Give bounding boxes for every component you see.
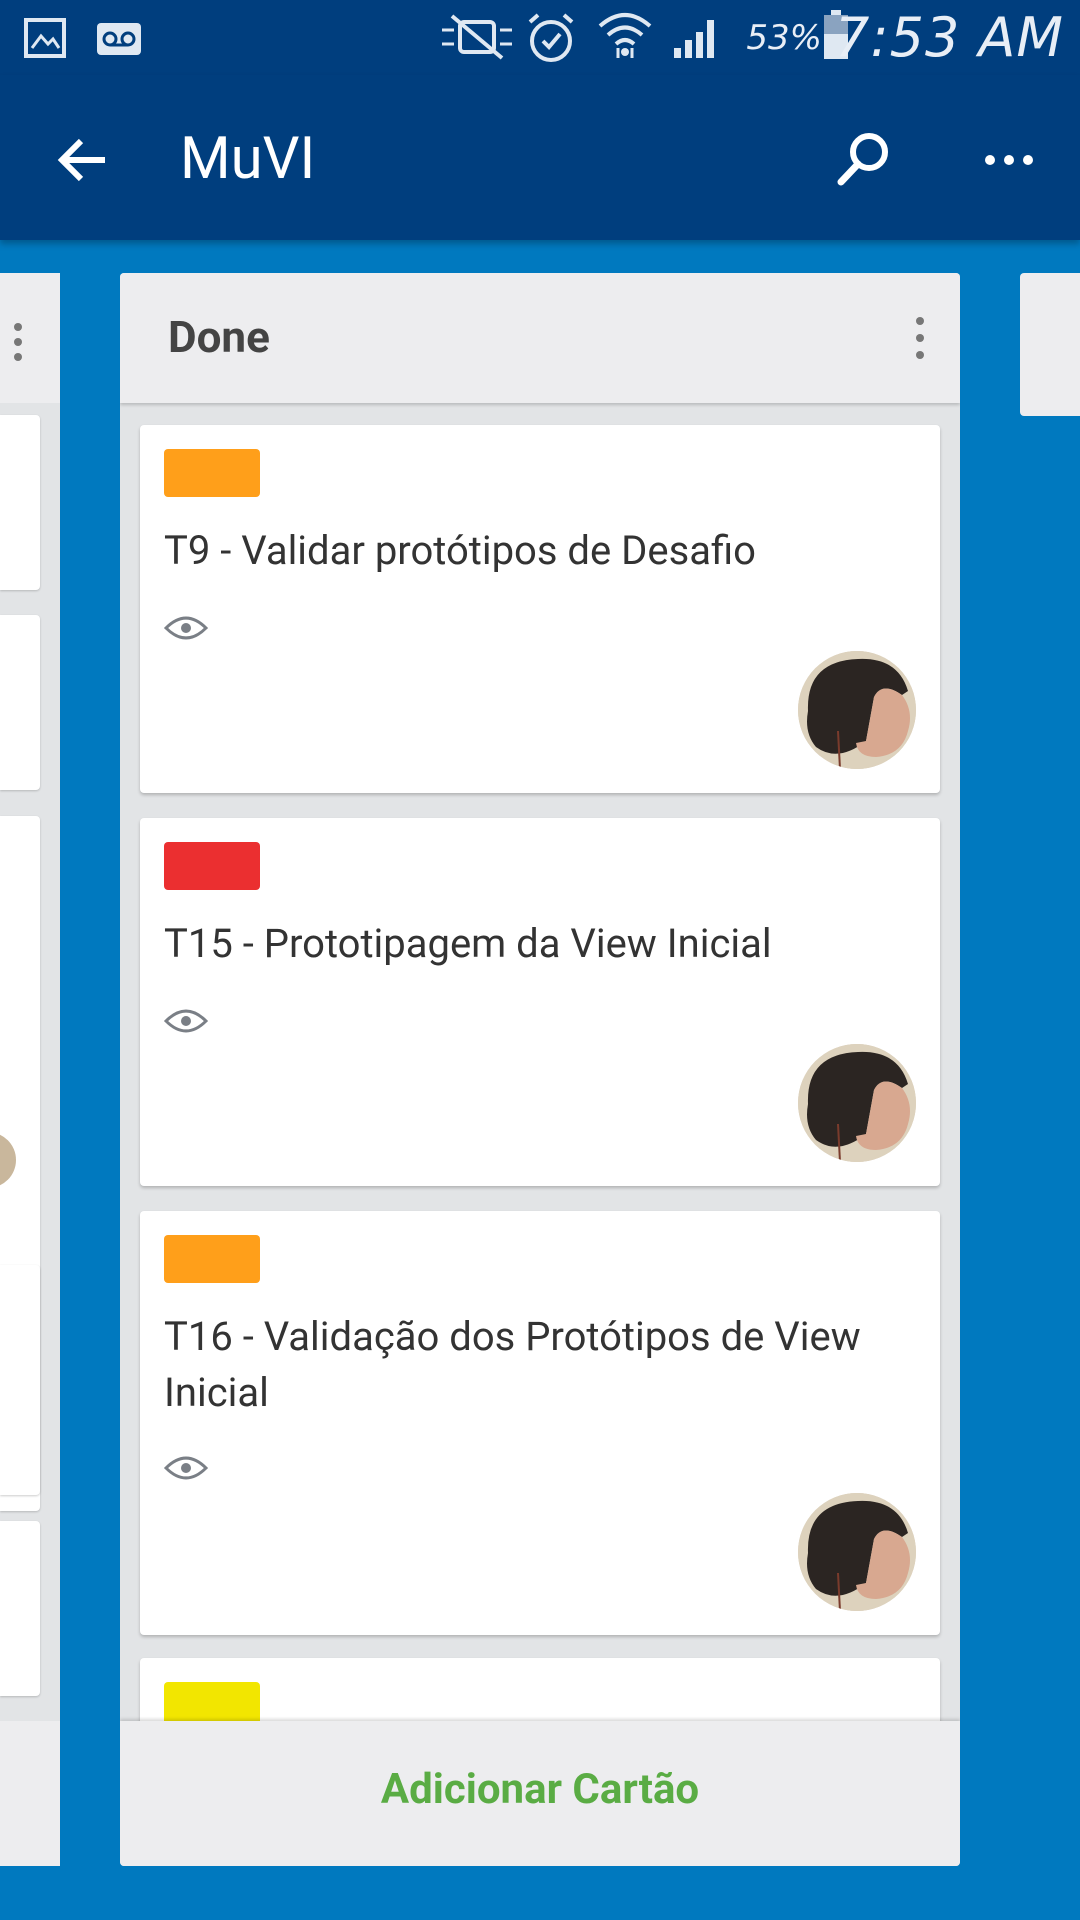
app-bar: MuVI [0, 75, 1080, 240]
adjacent-list-footer [0, 1721, 60, 1866]
person-avatar-icon [798, 651, 916, 769]
mute-icon [442, 14, 512, 60]
clock: 7:53 AM [835, 6, 1064, 69]
status-bar: 53% 7:53 AM [0, 0, 1080, 75]
avatar[interactable] [798, 651, 916, 769]
adjacent-card[interactable] [0, 615, 40, 790]
voicemail-icon [97, 23, 141, 55]
card-title: T16 - Validação dos Protótipos de View I… [164, 1313, 861, 1416]
search-button[interactable] [818, 115, 908, 205]
eye-icon [164, 616, 208, 640]
card[interactable]: T15 - Prototipagem da View Inicial [140, 818, 940, 1186]
back-arrow-icon [57, 138, 105, 182]
adjacent-list-left[interactable] [0, 273, 60, 1866]
adjacent-card[interactable] [0, 1265, 40, 1495]
wifi-icon [598, 13, 652, 58]
search-icon [837, 133, 888, 186]
gallery-icon [24, 18, 66, 58]
eye-icon [164, 1456, 208, 1480]
card-label [164, 842, 260, 890]
person-avatar-icon [798, 1493, 916, 1611]
card-label [164, 1235, 260, 1283]
adjacent-card[interactable] [0, 415, 40, 590]
adjacent-list-right[interactable] [1020, 273, 1080, 416]
list-header: Done [120, 273, 960, 403]
adjacent-list-header [0, 273, 60, 403]
list-done: Done T9 - Validar protótipos de Desafio … [120, 273, 960, 1866]
adjacent-card[interactable] [0, 1521, 40, 1696]
card-label [164, 449, 260, 497]
card-title: T15 - Prototipagem da View Inicial [164, 920, 772, 967]
alarm-icon [528, 13, 574, 62]
avatar[interactable] [798, 1044, 916, 1162]
board-title: MuVI [180, 125, 316, 193]
list-menu-icon [14, 323, 22, 361]
avatar [0, 1132, 16, 1188]
list-menu-button[interactable] [910, 313, 930, 363]
list-title: Done [168, 311, 270, 363]
person-avatar-icon [798, 1044, 916, 1162]
eye-icon [164, 1009, 208, 1033]
list-footer: Adicionar Cartão [120, 1721, 960, 1866]
card-title: T9 - Validar protótipos de Desafio [164, 527, 756, 574]
back-button[interactable] [38, 115, 128, 205]
more-horizontal-icon [985, 155, 1033, 165]
avatar[interactable] [798, 1493, 916, 1611]
add-card-button[interactable]: Adicionar Cartão [120, 1765, 960, 1814]
more-options-button[interactable] [964, 115, 1054, 205]
battery-percent: 53% [746, 18, 822, 58]
card[interactable]: T9 - Validar protótipos de Desafio [140, 425, 940, 793]
list-menu-icon [916, 317, 924, 325]
card[interactable]: T16 - Validação dos Protótipos de View I… [140, 1211, 940, 1635]
signal-icon [674, 20, 714, 58]
